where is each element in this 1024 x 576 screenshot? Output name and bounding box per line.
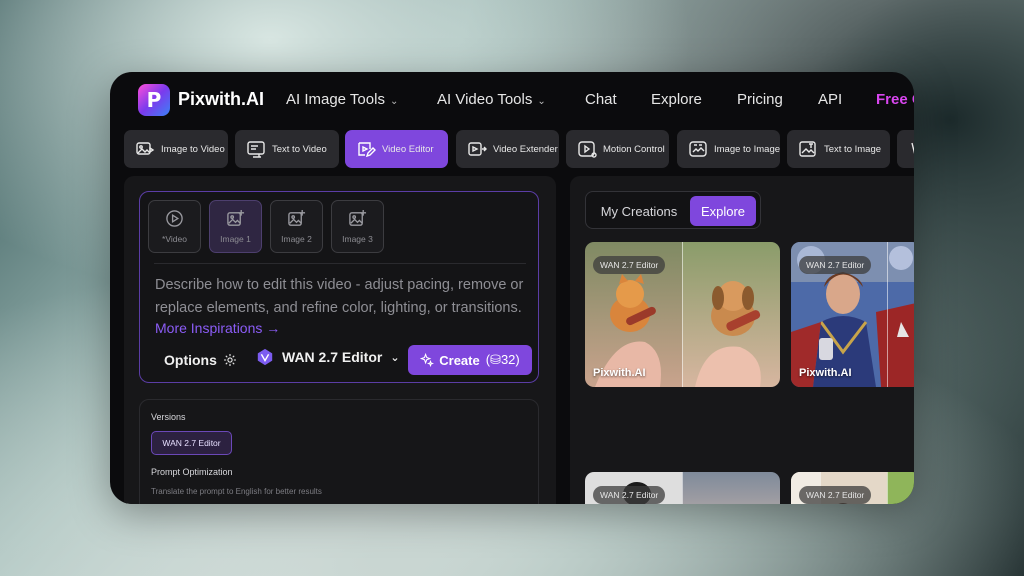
tool-label: Text to Video [272,143,327,155]
image-play-icon [136,142,155,155]
image-add-icon [288,209,306,226]
create-button[interactable]: Create (⛁32) [408,345,532,375]
versions-title: Versions [151,412,186,422]
tool-label: Image to Image [714,143,781,155]
slot-label: Image 3 [342,234,373,244]
wan-logo-icon [257,348,273,366]
nav-label: AI Image Tools [286,91,385,108]
gallery-card[interactable]: WAN 2.7 Editor [791,472,914,504]
gallery-panel: My Creations Explore WAN 2.7 Editor Pixw… [570,176,914,504]
editor-panel: *Video Image 1 Image 2 Image 3 Describe … [124,176,556,504]
model-badge: WAN 2.7 Editor [593,256,666,274]
prompt-input[interactable]: Describe how to edit this video - adjust… [155,274,535,320]
tool-image-to-image[interactable]: Image to Image [677,130,780,168]
nav-label: AI Video Tools [437,91,533,108]
tool-label: Image to Video [161,143,225,155]
tool-label: Text to Image [824,143,882,155]
create-label: Create [439,352,480,368]
nav-ai-video-tools[interactable]: AI Video Tools ⌄ [437,91,546,108]
nav-api[interactable]: API [818,91,842,108]
gear-icon [223,354,236,366]
gallery-card[interactable]: WAN 2.7 Editor Pixwith.AI [585,242,780,387]
model-badge: WAN 2.7 Editor [799,486,872,504]
nav-ai-image-tools[interactable]: AI Image Tools ⌄ [286,91,398,108]
slot-label: *Video [162,234,187,244]
prompt-optimization-desc: Translate the prompt to English for bett… [151,487,322,496]
split-divider [887,472,888,504]
logo-icon[interactable]: P [138,84,170,116]
tool-image-to-video[interactable]: Image to Video [124,130,228,168]
nav-chat[interactable]: Chat [585,91,617,108]
model-badge: WAN 2.7 Editor [593,486,666,504]
watermark: Pixwith.AI [799,367,852,379]
input-image-2-slot[interactable]: Image 2 [270,200,323,253]
tool-text-to-image[interactable]: Text to Image [787,130,890,168]
tab-explore[interactable]: Explore [690,196,756,226]
app-window: P Pixwith.AI AI Image Tools ⌄ AI Video To… [110,72,914,504]
tool-video-extender[interactable]: Video Extender [456,130,559,168]
input-image-1-slot[interactable]: Image 1 [209,200,262,253]
tool-video-editor[interactable]: Video Editor [345,130,448,168]
sparkle-icon [420,353,435,367]
model-label: WAN 2.7 Editor [282,349,383,365]
nav-free-credits[interactable]: Free C [876,91,914,108]
watermark: Pixwith.AI [593,367,646,379]
version-chip[interactable]: WAN 2.7 Editor [151,431,232,455]
nav-explore[interactable]: Explore [651,91,702,108]
chevron-down-icon: ⌄ [389,96,399,107]
video-edit-icon [358,142,376,158]
split-divider [887,242,888,387]
split-divider [682,472,683,504]
logo-letter: P [146,88,162,112]
tool-text-to-video[interactable]: Text to Video [235,130,339,168]
gallery-card[interactable]: WAN 2.7 Editor Pixwith.AI [791,242,914,387]
gallery-tabs: My Creations Explore [585,191,761,229]
tool-label: Video Editor [382,143,434,155]
input-image-3-slot[interactable]: Image 3 [331,200,384,253]
gallery-card[interactable]: WAN 2.7 Editor [585,472,780,504]
image-add-icon [349,209,367,226]
video-extend-icon [468,142,487,156]
brand-name[interactable]: Pixwith.AI [178,89,264,110]
motion-control-icon [578,141,597,158]
options-label: Options [164,352,217,368]
tool-strip: Image to Video Text to Video Video Edito… [124,130,914,168]
chevron-down-icon: ⌄ [537,96,546,107]
tool-motion-control[interactable]: Motion Control [566,130,669,168]
tool-label: Motion Control [603,143,665,155]
top-nav: P Pixwith.AI AI Image Tools ⌄ AI Video To… [110,72,914,128]
text-image-icon [799,141,816,157]
play-circle-icon [166,210,183,227]
tool-label: Video Extender [493,143,558,155]
credit-cost: (⛁32) [485,352,520,367]
tool-more[interactable] [897,130,914,168]
more-inspirations-link[interactable]: More Inspirations → [155,320,280,336]
model-badge: WAN 2.7 Editor [799,256,872,274]
prompt-optimization-title: Prompt Optimization [151,467,233,477]
text-video-icon [247,141,265,158]
prompt-card: *Video Image 1 Image 2 Image 3 Describe … [139,191,539,383]
tab-my-creations[interactable]: My Creations [590,196,688,226]
options-button[interactable]: Options [164,352,237,368]
nav-pricing[interactable]: Pricing [737,91,783,108]
settings-card: Versions WAN 2.7 Editor Prompt Optimizat… [139,399,539,504]
divider [154,263,526,264]
tool-partial-icon [911,142,914,154]
split-divider [682,242,683,387]
slot-label: Image 2 [281,234,312,244]
input-video-slot[interactable]: *Video [148,200,201,253]
image-add-icon [227,209,245,226]
slot-label: Image 1 [220,234,251,244]
image-to-image-icon [689,141,707,157]
model-selector[interactable]: WAN 2.7 Editor ⌄ [256,348,400,366]
chevron-down-icon: ⌄ [390,351,400,364]
